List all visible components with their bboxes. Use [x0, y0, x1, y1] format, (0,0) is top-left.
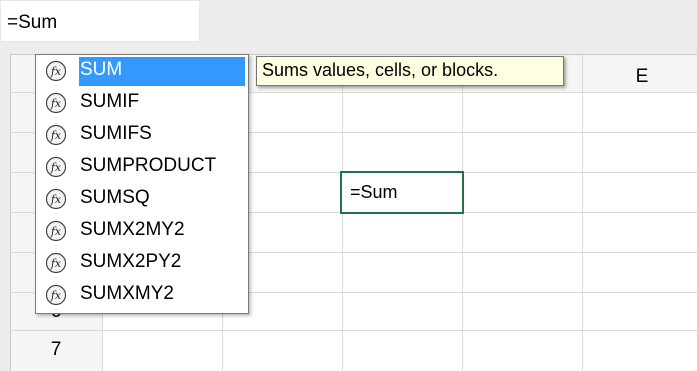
autocomplete-item-sumproduct[interactable]: fx SUMPRODUCT [37, 152, 247, 183]
function-tooltip: Sums values, cells, or blocks. [256, 56, 564, 86]
function-icon: fx [45, 252, 67, 274]
autocomplete-item-label: SUM [80, 59, 123, 80]
formula-bar-text: =Sum [7, 12, 58, 33]
function-icon: fx [45, 220, 67, 242]
function-autocomplete-list[interactable]: fx SUM fx SUMIF fx SUMIFS fx SUMPRODUCT [35, 54, 249, 314]
autocomplete-item-sumifs[interactable]: fx SUMIFS [37, 120, 247, 151]
autocomplete-item-sumif[interactable]: fx SUMIF [37, 88, 247, 119]
autocomplete-item-sumx2py2[interactable]: fx SUMX2PY2 [37, 248, 247, 279]
autocomplete-item-label: SUMIF [80, 91, 140, 112]
svg-text:fx: fx [50, 257, 62, 270]
autocomplete-item-sumsq[interactable]: fx SUMSQ [37, 184, 247, 215]
autocomplete-item-sumx2my2[interactable]: fx SUMX2MY2 [37, 216, 247, 247]
autocomplete-item-label: SUMX2MY2 [80, 219, 185, 240]
grid-left-margin [0, 54, 10, 371]
autocomplete-item-label: SUMPRODUCT [80, 155, 217, 176]
autocomplete-item-label: SUMX2PY2 [80, 251, 182, 272]
function-icon: fx [45, 284, 67, 306]
svg-text:fx: fx [50, 65, 62, 78]
function-icon: fx [45, 60, 67, 82]
tooltip-text: Sums values, cells, or blocks. [262, 60, 499, 80]
active-cell-text: =Sum [350, 182, 398, 202]
svg-text:fx: fx [50, 97, 62, 110]
active-cell[interactable]: =Sum [340, 171, 464, 214]
svg-text:fx: fx [50, 193, 62, 206]
autocomplete-item-label: SUMXMY2 [80, 283, 174, 304]
spreadsheet-window: =Sum E 6 7 =Sum [0, 0, 697, 371]
formula-bar-background [200, 0, 697, 42]
column-header-e[interactable]: E [582, 66, 697, 88]
grid-top-margin [0, 42, 697, 54]
function-icon: fx [45, 188, 67, 210]
autocomplete-item-label: SUMSQ [80, 187, 150, 208]
autocomplete-item-sum[interactable]: fx SUM [37, 56, 247, 87]
svg-text:fx: fx [50, 289, 62, 302]
autocomplete-item-label: SUMIFS [80, 123, 152, 144]
svg-text:fx: fx [50, 129, 62, 142]
formula-bar-input[interactable]: =Sum [0, 0, 200, 42]
svg-text:fx: fx [50, 225, 62, 238]
function-icon: fx [45, 156, 67, 178]
function-icon: fx [45, 124, 67, 146]
svg-text:fx: fx [50, 161, 62, 174]
autocomplete-item-sumxmy2[interactable]: fx SUMXMY2 [37, 280, 247, 311]
function-icon: fx [45, 92, 67, 114]
row-header-7[interactable]: 7 [10, 339, 102, 361]
grid-line [10, 330, 697, 331]
